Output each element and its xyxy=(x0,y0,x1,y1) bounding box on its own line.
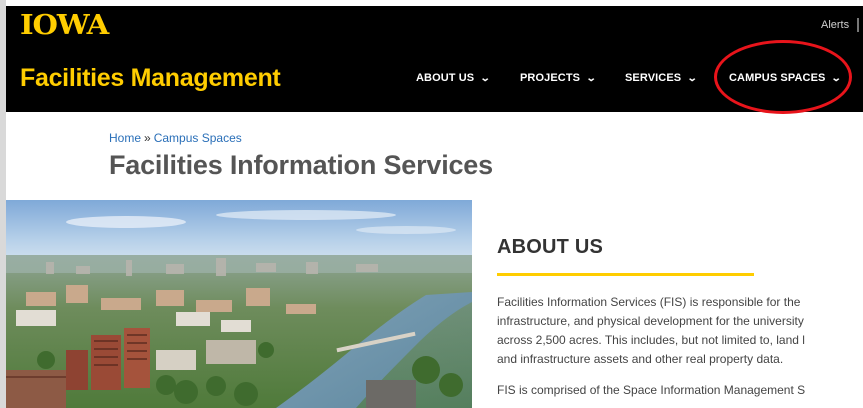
about-line-5: FIS is comprised of the Space Informatio… xyxy=(497,383,806,397)
heading-underline xyxy=(497,273,754,276)
page-title: Facilities Information Services xyxy=(109,150,493,180)
nav-projects[interactable]: PROJECTS ⌄ xyxy=(520,72,597,84)
alerts-link[interactable]: Alerts xyxy=(821,19,849,31)
about-us-heading: ABOUT US xyxy=(497,236,604,258)
breadcrumb-current-link[interactable]: Campus Spaces xyxy=(154,131,242,145)
red-highlight-circle xyxy=(714,40,852,114)
nav-projects-label: PROJECTS xyxy=(520,72,581,84)
nav-about-us-label: ABOUT US xyxy=(416,72,475,84)
nav-services[interactable]: SERVICES ⌄ xyxy=(625,72,698,84)
breadcrumb-separator: » xyxy=(144,131,151,145)
about-line-2: infrastructure, and physical development… xyxy=(497,314,804,328)
nav-about-us[interactable]: ABOUT US ⌄ xyxy=(416,72,492,84)
about-line-4: and infrastructure assets and other real… xyxy=(497,352,784,366)
about-line-1: Facilities Information Services (FIS) is… xyxy=(497,295,801,309)
breadcrumb-home-link[interactable]: Home xyxy=(109,131,141,145)
iowa-logo[interactable]: IOWA xyxy=(20,10,109,41)
chevron-down-icon: ⌄ xyxy=(585,73,597,84)
header-divider xyxy=(857,18,859,32)
hero-aerial-image xyxy=(6,200,472,408)
chevron-down-icon: ⌄ xyxy=(479,73,492,84)
chevron-down-icon: ⌄ xyxy=(686,73,698,84)
breadcrumb: Home» Campus Spaces xyxy=(109,131,242,145)
site-title-link[interactable]: Facilities Management xyxy=(20,64,281,93)
nav-services-label: SERVICES xyxy=(625,72,682,84)
about-line-3: across 2,500 acres. This includes, but n… xyxy=(497,333,805,347)
